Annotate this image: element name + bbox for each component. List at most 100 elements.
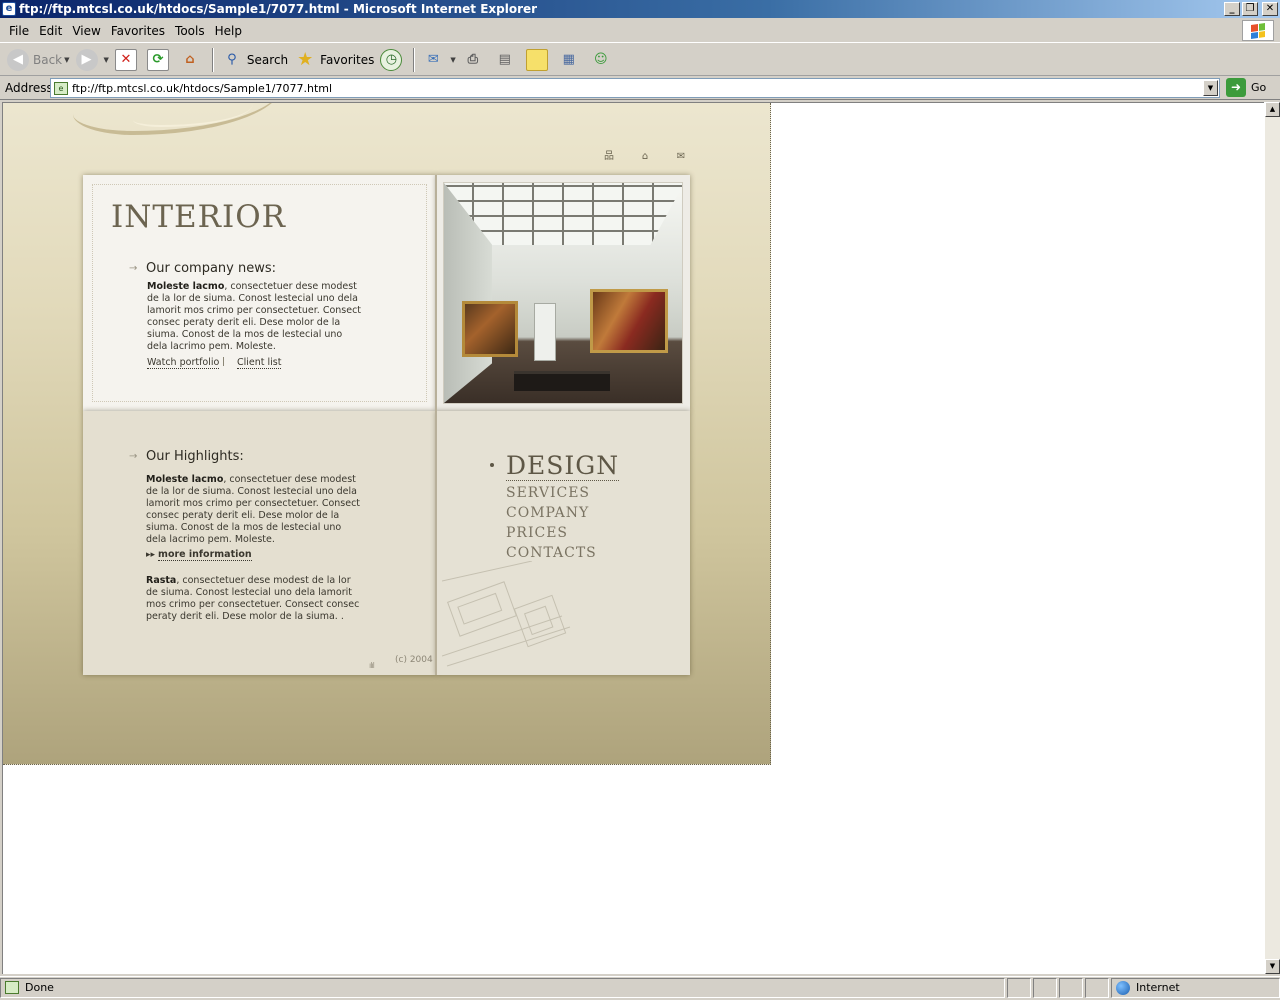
nav-design[interactable]: DESIGN <box>506 451 620 481</box>
arrow-bullet-icon: → <box>129 263 138 274</box>
news-panel: INTERIOR → Our company news: Moleste lac… <box>83 175 436 411</box>
menu-bar: File Edit View Favorites Tools Help <box>0 19 1280 43</box>
menu-file[interactable]: File <box>4 24 34 38</box>
client-list-link[interactable]: Client list <box>237 357 282 369</box>
window-titlebar: e ftp://ftp.mtcsl.co.uk/htdocs/Sample1/7… <box>0 0 1280 18</box>
nav-company[interactable]: COMPANY <box>506 503 619 523</box>
mail-icon[interactable]: ✉ <box>674 151 688 163</box>
stop-button[interactable]: ✕ <box>112 46 144 74</box>
note-icon <box>525 48 548 71</box>
highlights-panel: → Our Highlights: Moleste lacmo, consect… <box>83 411 436 675</box>
nav-services[interactable]: SERVICES <box>506 483 619 503</box>
mail-dropdown-icon[interactable]: ▼ <box>450 56 455 64</box>
print-icon: ⎙ <box>467 52 478 67</box>
address-dropdown-button[interactable]: ▼ <box>1203 80 1218 96</box>
messenger-button[interactable]: ☺ <box>587 46 619 74</box>
globe-icon <box>1116 980 1130 995</box>
back-arrow-icon: ◀ <box>7 48 29 71</box>
discuss-button[interactable] <box>523 46 555 74</box>
window-title: ftp://ftp.mtcsl.co.uk/htdocs/Sample1/707… <box>19 2 538 16</box>
windows-logo <box>1242 20 1274 41</box>
print-button[interactable]: ⎙ <box>459 46 491 74</box>
status-bar: Done Internet <box>0 976 1280 998</box>
minimize-button[interactable]: _ <box>1224 2 1240 16</box>
maximize-button[interactable]: ❐ <box>1242 2 1258 16</box>
forward-arrow-icon: ▶ <box>75 48 98 71</box>
gallery-bench <box>514 371 610 391</box>
status-message: Done <box>0 977 1005 998</box>
history-icon: ◷ <box>380 48 403 71</box>
rasta-lead: Rasta <box>146 575 177 586</box>
edit-button[interactable]: ▤ <box>491 46 523 74</box>
go-arrow-icon: ➜ <box>1226 78 1246 97</box>
mail-button[interactable]: ✉ ▼ <box>419 46 458 74</box>
nav-contacts[interactable]: CONTACTS <box>506 543 619 563</box>
forward-dropdown-icon[interactable]: ▼ <box>104 56 109 64</box>
forward-button[interactable]: ▶ ▼ <box>73 46 112 74</box>
panel-divider <box>435 175 437 675</box>
more-information-link[interactable]: ▸▸ more information <box>146 549 252 561</box>
page-icon: e <box>54 81 68 95</box>
address-field[interactable]: e ▼ <box>50 78 1220 98</box>
home-button[interactable]: ⌂ <box>176 46 208 74</box>
gallery-photo <box>443 182 683 404</box>
go-button[interactable]: ➜ Go <box>1226 78 1266 97</box>
bars-icon: ılıl <box>369 661 375 670</box>
page-viewport: 品 ⌂ ✉ INTERIOR → Our company news: Moles… <box>2 102 1264 974</box>
close-button[interactable]: ✕ <box>1262 2 1278 16</box>
search-button[interactable]: ⚲ Search <box>218 46 291 74</box>
gallery-doorway <box>534 303 556 361</box>
sitemap-icon[interactable]: 品 <box>602 151 616 163</box>
scroll-down-button[interactable]: ▼ <box>1265 959 1280 974</box>
stop-icon: ✕ <box>114 48 137 71</box>
security-zone[interactable]: Internet <box>1111 977 1280 998</box>
menu-edit[interactable]: Edit <box>34 24 67 38</box>
home-icon[interactable]: ⌂ <box>638 151 652 163</box>
blueprint-decoration <box>442 561 571 667</box>
standard-toolbar: ◀ Back ▼ ▶ ▼ ✕ ⟳ ⌂ ⚲ Search ★ Favorites … <box>0 44 1280 76</box>
refresh-button[interactable]: ⟳ <box>144 46 176 74</box>
address-bar: Address e ▼ ➜ Go <box>0 77 1280 100</box>
nav-prices[interactable]: PRICES <box>506 523 619 543</box>
menu-favorites[interactable]: Favorites <box>106 24 170 38</box>
painting-left <box>462 301 518 357</box>
ie-app-icon: e <box>2 2 16 16</box>
zone-text: Internet <box>1136 981 1180 994</box>
photo-panel <box>436 175 690 411</box>
link-separator: | <box>222 357 226 367</box>
arrow-bullet-icon: → <box>129 451 138 462</box>
watch-portfolio-link[interactable]: Watch portfolio <box>147 357 220 369</box>
back-label: Back <box>33 52 63 67</box>
vertical-scrollbar[interactable]: ▲ ▼ <box>1264 102 1280 974</box>
mail-icon: ✉ <box>427 52 439 67</box>
back-button[interactable]: ◀ Back ▼ <box>4 46 73 74</box>
highlights-heading: Our Highlights: <box>146 449 244 464</box>
search-label: Search <box>246 52 289 67</box>
highlights-lead: Moleste lacmo <box>146 474 224 485</box>
research-button[interactable]: ▦ <box>555 46 587 74</box>
status-cell <box>1059 977 1083 998</box>
home-icon: ⌂ <box>185 52 195 67</box>
menu-help[interactable]: Help <box>210 24 247 38</box>
history-button[interactable]: ◷ <box>377 46 409 74</box>
menu-tools[interactable]: Tools <box>170 24 210 38</box>
edit-page-icon: ▤ <box>498 52 511 67</box>
page-status-icon <box>5 981 19 994</box>
toolbar-separator <box>413 47 416 72</box>
status-cell <box>1033 977 1057 998</box>
website-canvas: 品 ⌂ ✉ INTERIOR → Our company news: Moles… <box>3 103 771 765</box>
address-input[interactable] <box>72 81 1192 95</box>
research-icon: ▦ <box>562 52 575 67</box>
favorites-button[interactable]: ★ Favorites <box>291 46 377 74</box>
news-heading: Our company news: <box>146 261 277 276</box>
favorites-label: Favorites <box>320 52 375 67</box>
menu-view[interactable]: View <box>67 24 105 38</box>
back-dropdown-icon[interactable]: ▼ <box>64 56 69 64</box>
decorative-swoosh-highlight <box>133 103 253 127</box>
copyright-text: (c) 2004 <box>395 655 433 665</box>
favorites-star-icon: ★ <box>297 49 314 70</box>
highlights-body: Moleste lacmo, consectetuer dese modest … <box>146 474 361 546</box>
status-cell <box>1085 977 1109 998</box>
rasta-text: , consectetuer dese modest de la lor de … <box>146 575 360 622</box>
scroll-up-button[interactable]: ▲ <box>1265 102 1280 117</box>
